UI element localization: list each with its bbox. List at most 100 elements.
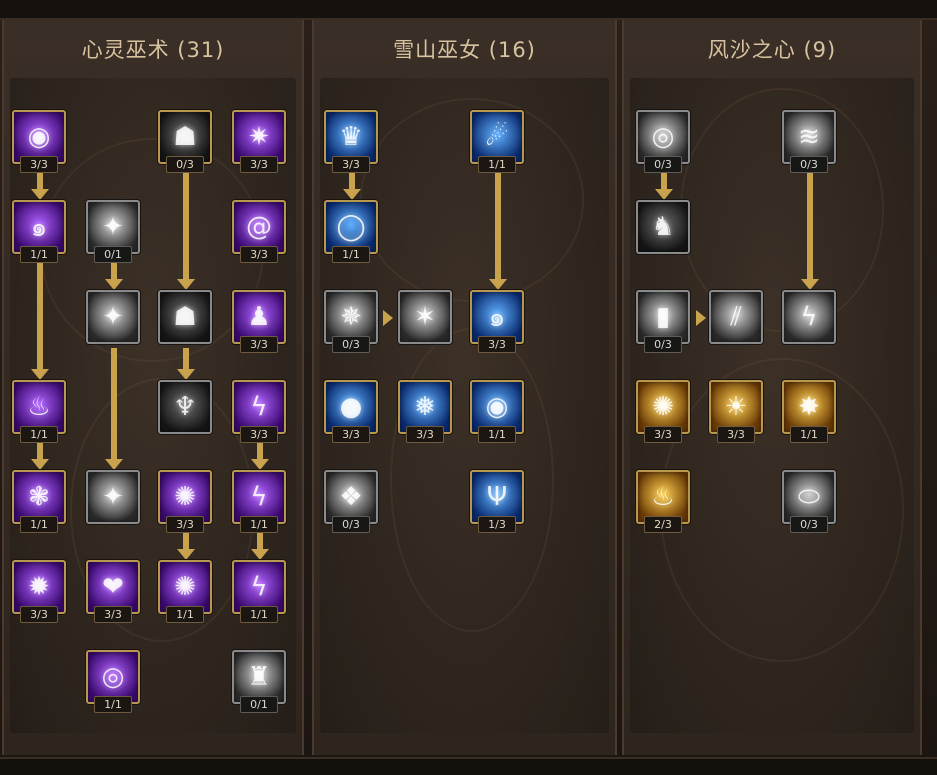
top-border <box>0 0 937 20</box>
talent-node[interactable]: ☄ 1/1 <box>470 110 524 173</box>
talent-rank: 0/3 <box>644 156 682 173</box>
talent-node[interactable]: ✷ 3/3 <box>232 110 286 173</box>
talent-node[interactable]: ✦ <box>86 290 140 344</box>
white-slash-icon: ✦ <box>102 302 124 332</box>
talent-node[interactable]: ϟ 1/1 <box>232 470 286 533</box>
talent-rank: 1/1 <box>20 516 58 533</box>
talent-node[interactable]: ♜ 0/1 <box>232 650 286 713</box>
purple-brain-icon: ❃ <box>28 482 50 512</box>
talent-rank: 1/1 <box>240 516 278 533</box>
silver-mask-icon: ♜ <box>247 662 271 692</box>
blue-swirl-icon: ๑ <box>488 302 506 333</box>
talent-node[interactable]: ◎ 1/1 <box>86 650 140 713</box>
horned-demon-icon: ♆ <box>173 392 197 422</box>
ice-crown-icon: ♛ <box>339 122 363 152</box>
blue-eye-icon: ◉ <box>485 392 509 422</box>
stone-spiral-icon: ◎ <box>651 122 675 152</box>
purple-eye-icon: ◎ <box>101 662 125 692</box>
talent-rank: 3/3 <box>406 426 444 443</box>
arrow-head-icon <box>31 459 49 470</box>
talent-node[interactable]: ✺ 3/3 <box>158 470 212 533</box>
talent-node[interactable]: ✦ <box>86 470 140 524</box>
talent-node[interactable]: ๑ 3/3 <box>470 290 524 353</box>
talent-node[interactable]: ♟ 3/3 <box>232 290 286 353</box>
talent-rank: 1/1 <box>20 246 58 263</box>
talent-node[interactable]: ☗ <box>158 290 212 344</box>
talent-node[interactable]: ✺ 3/3 <box>636 380 690 443</box>
prerequisite-arrow <box>183 348 189 370</box>
talent-rank: 3/3 <box>478 336 516 353</box>
prerequisite-arrow <box>183 168 189 280</box>
talent-node[interactable]: ♨ 1/1 <box>12 380 66 443</box>
white-slash-icon: ✦ <box>102 212 124 242</box>
talent-node[interactable]: ● 3/3 <box>324 380 378 443</box>
purple-orb-icon: ◉ <box>27 122 51 152</box>
purple-burst-icon: ✹ <box>28 572 50 602</box>
talent-node[interactable]: ❅ 3/3 <box>398 380 452 443</box>
talent-node[interactable]: ◉ 1/1 <box>470 380 524 443</box>
talent-rank: 3/3 <box>332 426 370 443</box>
dark-portal-icon: ⬭ <box>797 481 821 512</box>
talent-rank: 1/3 <box>478 516 516 533</box>
talent-node[interactable]: ♛ 3/3 <box>324 110 378 173</box>
talent-node[interactable]: ✦ 0/1 <box>86 200 140 263</box>
hooded-figure-icon: ♟ <box>247 302 271 332</box>
purple-energy-icon: ✺ <box>174 572 196 602</box>
talent-node[interactable]: @3/3 <box>232 200 286 263</box>
ice-sphere-icon: ● <box>339 392 363 422</box>
talent-node[interactable]: ♨ 2/3 <box>636 470 690 533</box>
talent-node[interactable]: ◯ 1/1 <box>324 200 378 263</box>
talent-node[interactable]: ⫽ <box>709 290 763 344</box>
talent-node[interactable]: ϟ 1/1 <box>232 560 286 623</box>
talent-node[interactable]: ◎ 0/3 <box>636 110 690 173</box>
bottom-border <box>0 757 937 775</box>
talent-node[interactable]: ✹ 3/3 <box>12 560 66 623</box>
talent-rank: 1/1 <box>790 426 828 443</box>
talent-node[interactable]: ❃ 1/1 <box>12 470 66 533</box>
talent-rank: 1/1 <box>20 426 58 443</box>
talent-node[interactable]: ✵ 0/3 <box>324 290 378 353</box>
stone-golem-icon: ♞ <box>651 212 675 242</box>
talent-rank: 1/1 <box>166 606 204 623</box>
talent-node[interactable]: ❖ 0/3 <box>324 470 378 533</box>
arrow-head-icon <box>696 310 706 326</box>
talent-node[interactable]: ๑ 1/1 <box>12 200 66 263</box>
talent-node[interactable]: ✶ <box>398 290 452 344</box>
talent-node[interactable]: ϟ <box>782 290 836 344</box>
talent-node[interactable]: ☗ 0/3 <box>158 110 212 173</box>
talent-node[interactable]: Ψ 1/3 <box>470 470 524 533</box>
talent-node[interactable]: ⬭ 0/3 <box>782 470 836 533</box>
purple-flame-icon: ♨ <box>27 392 51 422</box>
talent-rank: 0/1 <box>94 246 132 263</box>
talent-rank: 3/3 <box>20 606 58 623</box>
talent-node[interactable]: ♞ <box>636 200 690 254</box>
talent-rank: 3/3 <box>94 606 132 623</box>
talent-node[interactable]: ϟ 3/3 <box>232 380 286 443</box>
arrow-head-icon <box>177 369 195 380</box>
talent-rank: 0/3 <box>332 336 370 353</box>
talent-node[interactable]: ▮ 0/3 <box>636 290 690 353</box>
prerequisite-arrow <box>111 348 117 460</box>
talent-node[interactable]: ✸ 1/1 <box>782 380 836 443</box>
arrow-head-icon <box>31 189 49 200</box>
talent-rank: 3/3 <box>166 516 204 533</box>
whirlwind-icon: ≋ <box>798 122 820 152</box>
talent-rank: 1/1 <box>240 606 278 623</box>
talent-rank: 1/1 <box>332 246 370 263</box>
talent-node[interactable]: ♆ <box>158 380 212 434</box>
tree-title: 风沙之心 (9) <box>707 38 837 62</box>
blue-ring-icon: ◯ <box>336 212 366 242</box>
talent-node[interactable]: ✺ 1/1 <box>158 560 212 623</box>
talent-node[interactable]: ❤ 3/3 <box>86 560 140 623</box>
purple-vortex-icon: ๑ <box>30 212 48 243</box>
talent-node[interactable]: ☀ 3/3 <box>709 380 763 443</box>
shadow-beast-icon: ☗ <box>173 302 197 332</box>
trident-icon: Ψ <box>486 482 508 512</box>
talent-node[interactable]: ≋ 0/3 <box>782 110 836 173</box>
white-slash-icon: ✦ <box>102 482 124 512</box>
gold-explosion-icon: ✸ <box>798 392 820 422</box>
arrow-head-icon <box>655 189 673 200</box>
talent-rank: 3/3 <box>240 246 278 263</box>
talent-node[interactable]: ◉ 3/3 <box>12 110 66 173</box>
white-burst-icon: ✵ <box>340 302 362 332</box>
